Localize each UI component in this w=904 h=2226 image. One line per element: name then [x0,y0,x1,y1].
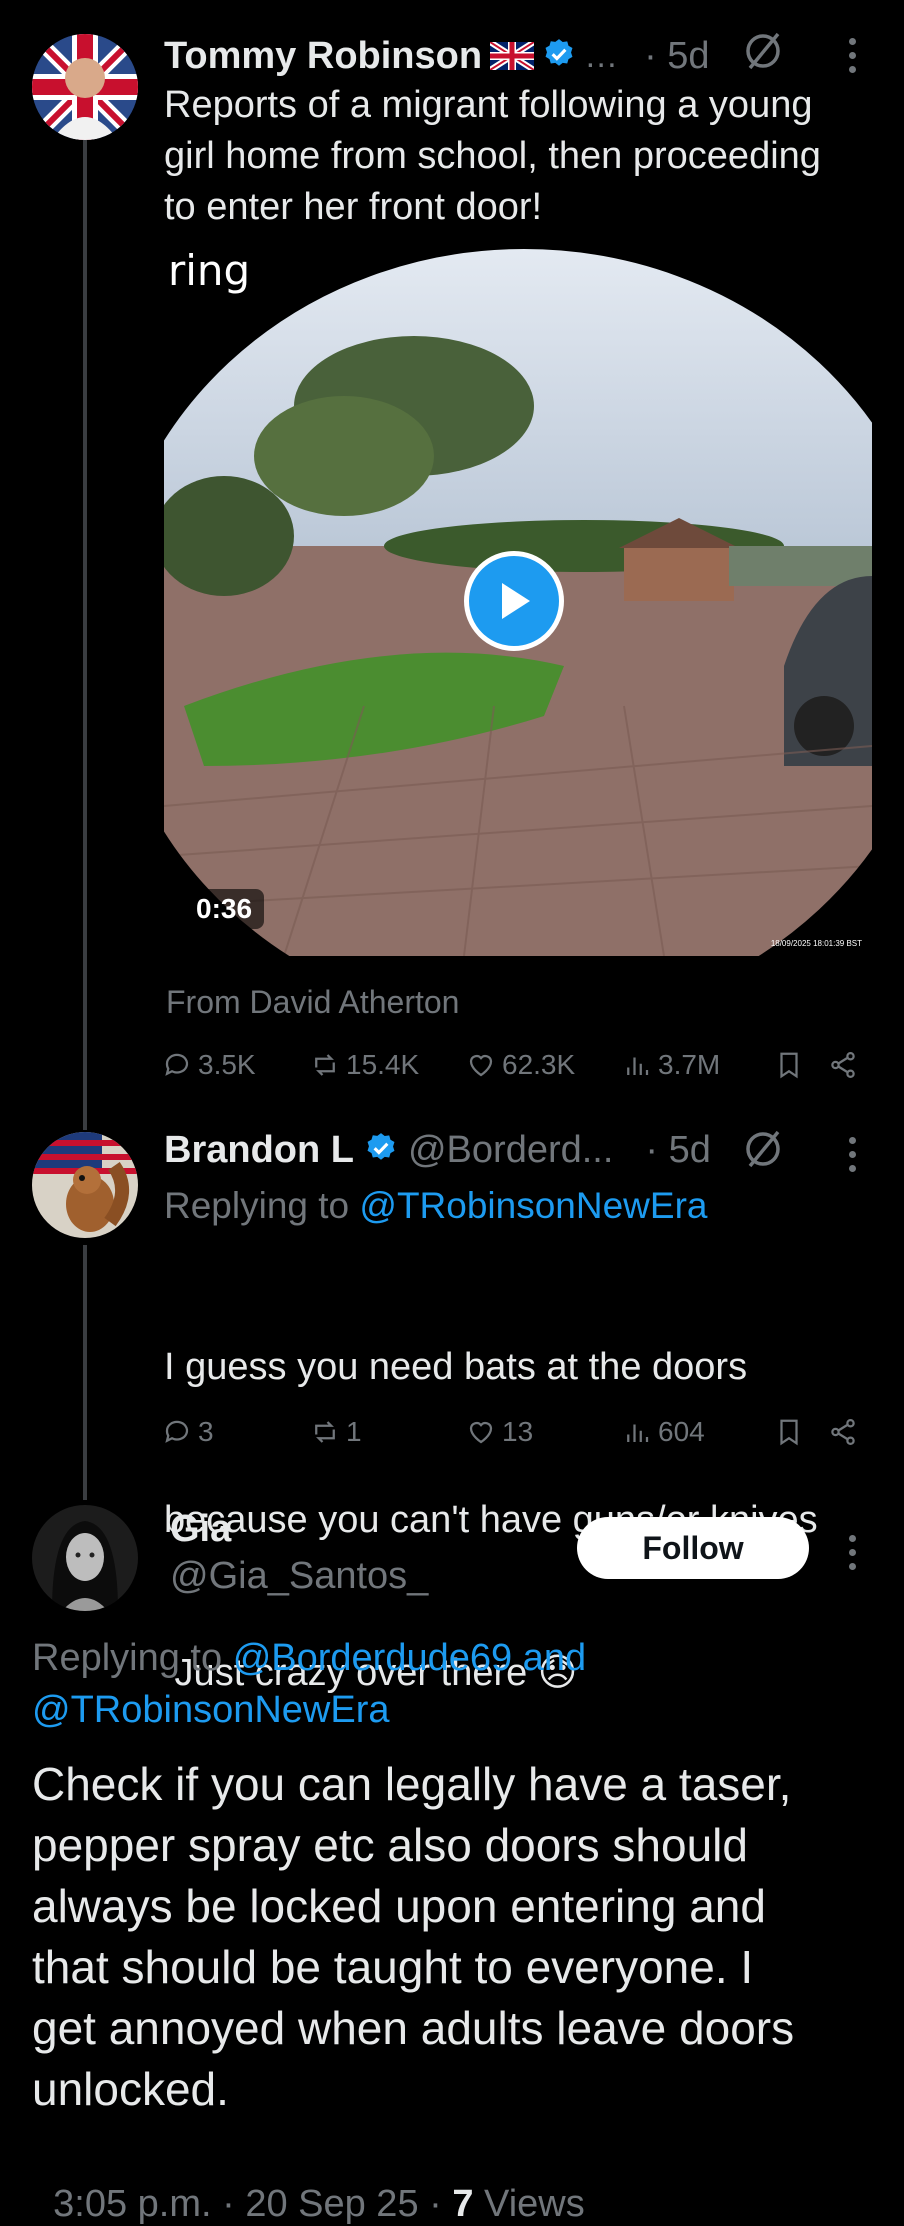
avatar[interactable] [32,1132,138,1238]
like-count: 13 [502,1416,534,1447]
more-icon[interactable] [847,1137,857,1179]
post-text-line: I guess you need bats at the doors [164,1346,748,1388]
uk-flag-icon [488,39,536,73]
video-timestamp: 18/09/2025 18:01:39 BST [770,939,862,948]
follow-button[interactable]: Follow [577,1517,809,1579]
post-text-line: to enter her front door! [164,186,543,228]
share-icon[interactable] [828,1050,858,1080]
replying-to-handle[interactable]: @TRobinsonNewEra [359,1185,707,1226]
grok-icon[interactable] [742,30,784,77]
reply-icon [165,1053,189,1076]
like-icon [469,1054,493,1077]
post-timestamp[interactable]: 3:05 p.m. · 20 Sep 25 · [53,2183,452,2225]
views-count: 7 [452,2183,474,2225]
thread-line-2 [83,1245,87,1500]
display-name[interactable]: Tommy Robinson [164,35,482,78]
post-actions: 3.5K 15.4K 62.3K 3.7M [0,1045,904,1085]
display-name[interactable]: Gia [170,1508,231,1551]
repost-icon [315,1421,335,1443]
grok-icon[interactable] [742,1128,784,1175]
more-icon[interactable] [847,38,857,80]
post-text-line: girl home from school, then proceeding [164,135,821,177]
like-button[interactable]: 62.3K [466,1049,575,1081]
like-button[interactable]: 13 [466,1416,533,1448]
post-text-line: Reports of a migrant following a young [164,84,813,126]
views-label: Views [473,2183,585,2225]
handle[interactable]: @Borderd... [408,1129,613,1172]
reply-icon [165,1420,189,1443]
verified-icon [542,37,576,76]
video-player[interactable]: ring 0:36 18/09/2025 18:01:39 BST [164,246,872,956]
avatar[interactable] [32,1505,138,1611]
post-time[interactable]: · 5d [644,35,709,78]
post-actions: 3 1 13 604 [0,1412,904,1452]
views-button[interactable]: 3.7M [622,1049,720,1081]
post-time[interactable]: · 5d [645,1129,710,1172]
repost-count: 1 [346,1416,362,1447]
video-duration: 0:36 [184,889,265,929]
repost-button[interactable]: 15.4K [310,1049,419,1081]
share-icon[interactable] [828,1417,858,1447]
avatar[interactable] [32,34,138,140]
replying-to-label: Replying to [164,1185,350,1226]
replying-to-label: Replying to [32,1637,223,1679]
ellipsis: … [584,36,619,75]
reply-count: 3.5K [198,1049,256,1080]
repost-icon [315,1054,335,1076]
replying-to-handle[interactable]: @TRobinsonNewEra [32,1684,586,1736]
views-icon [627,1057,649,1075]
more-icon[interactable] [847,1535,857,1577]
views-count: 3.7M [658,1049,721,1080]
reply-button[interactable]: 3 [162,1416,214,1448]
thread-line-1 [83,140,87,1130]
post-text-line: get annoyed when adults leave doors [32,2002,795,2054]
views-button[interactable]: 604 [622,1416,705,1448]
repost-button[interactable]: 1 [310,1416,362,1448]
ring-logo: ring [168,246,251,295]
post-text-line: Check if you can legally have a taser, [32,1758,792,1810]
repost-count: 15.4K [346,1049,420,1080]
like-count: 62.3K [502,1049,576,1080]
views-count: 604 [658,1416,705,1447]
reply-button[interactable]: 3.5K [162,1049,256,1081]
post-text-line: that should be taught to everyone. I [32,1941,754,1993]
verified-icon [364,1131,398,1170]
post-text-line: always be locked upon entering and [32,1880,766,1932]
post-text-line: unlocked. [32,2063,229,2115]
reply-count: 3 [198,1416,214,1447]
like-icon [469,1421,493,1444]
bookmark-icon[interactable] [774,1417,804,1447]
play-icon[interactable] [464,551,564,651]
source-attribution[interactable]: From David Atherton [166,984,459,1021]
bookmark-icon[interactable] [774,1050,804,1080]
views-icon [627,1424,649,1442]
replying-to-handles[interactable]: @Borderdude69 and [233,1637,586,1679]
post-text-line: pepper spray etc also doors should [32,1819,748,1871]
display-name[interactable]: Brandon L [164,1129,354,1172]
handle[interactable]: @Gia_Santos_ [170,1555,428,1598]
